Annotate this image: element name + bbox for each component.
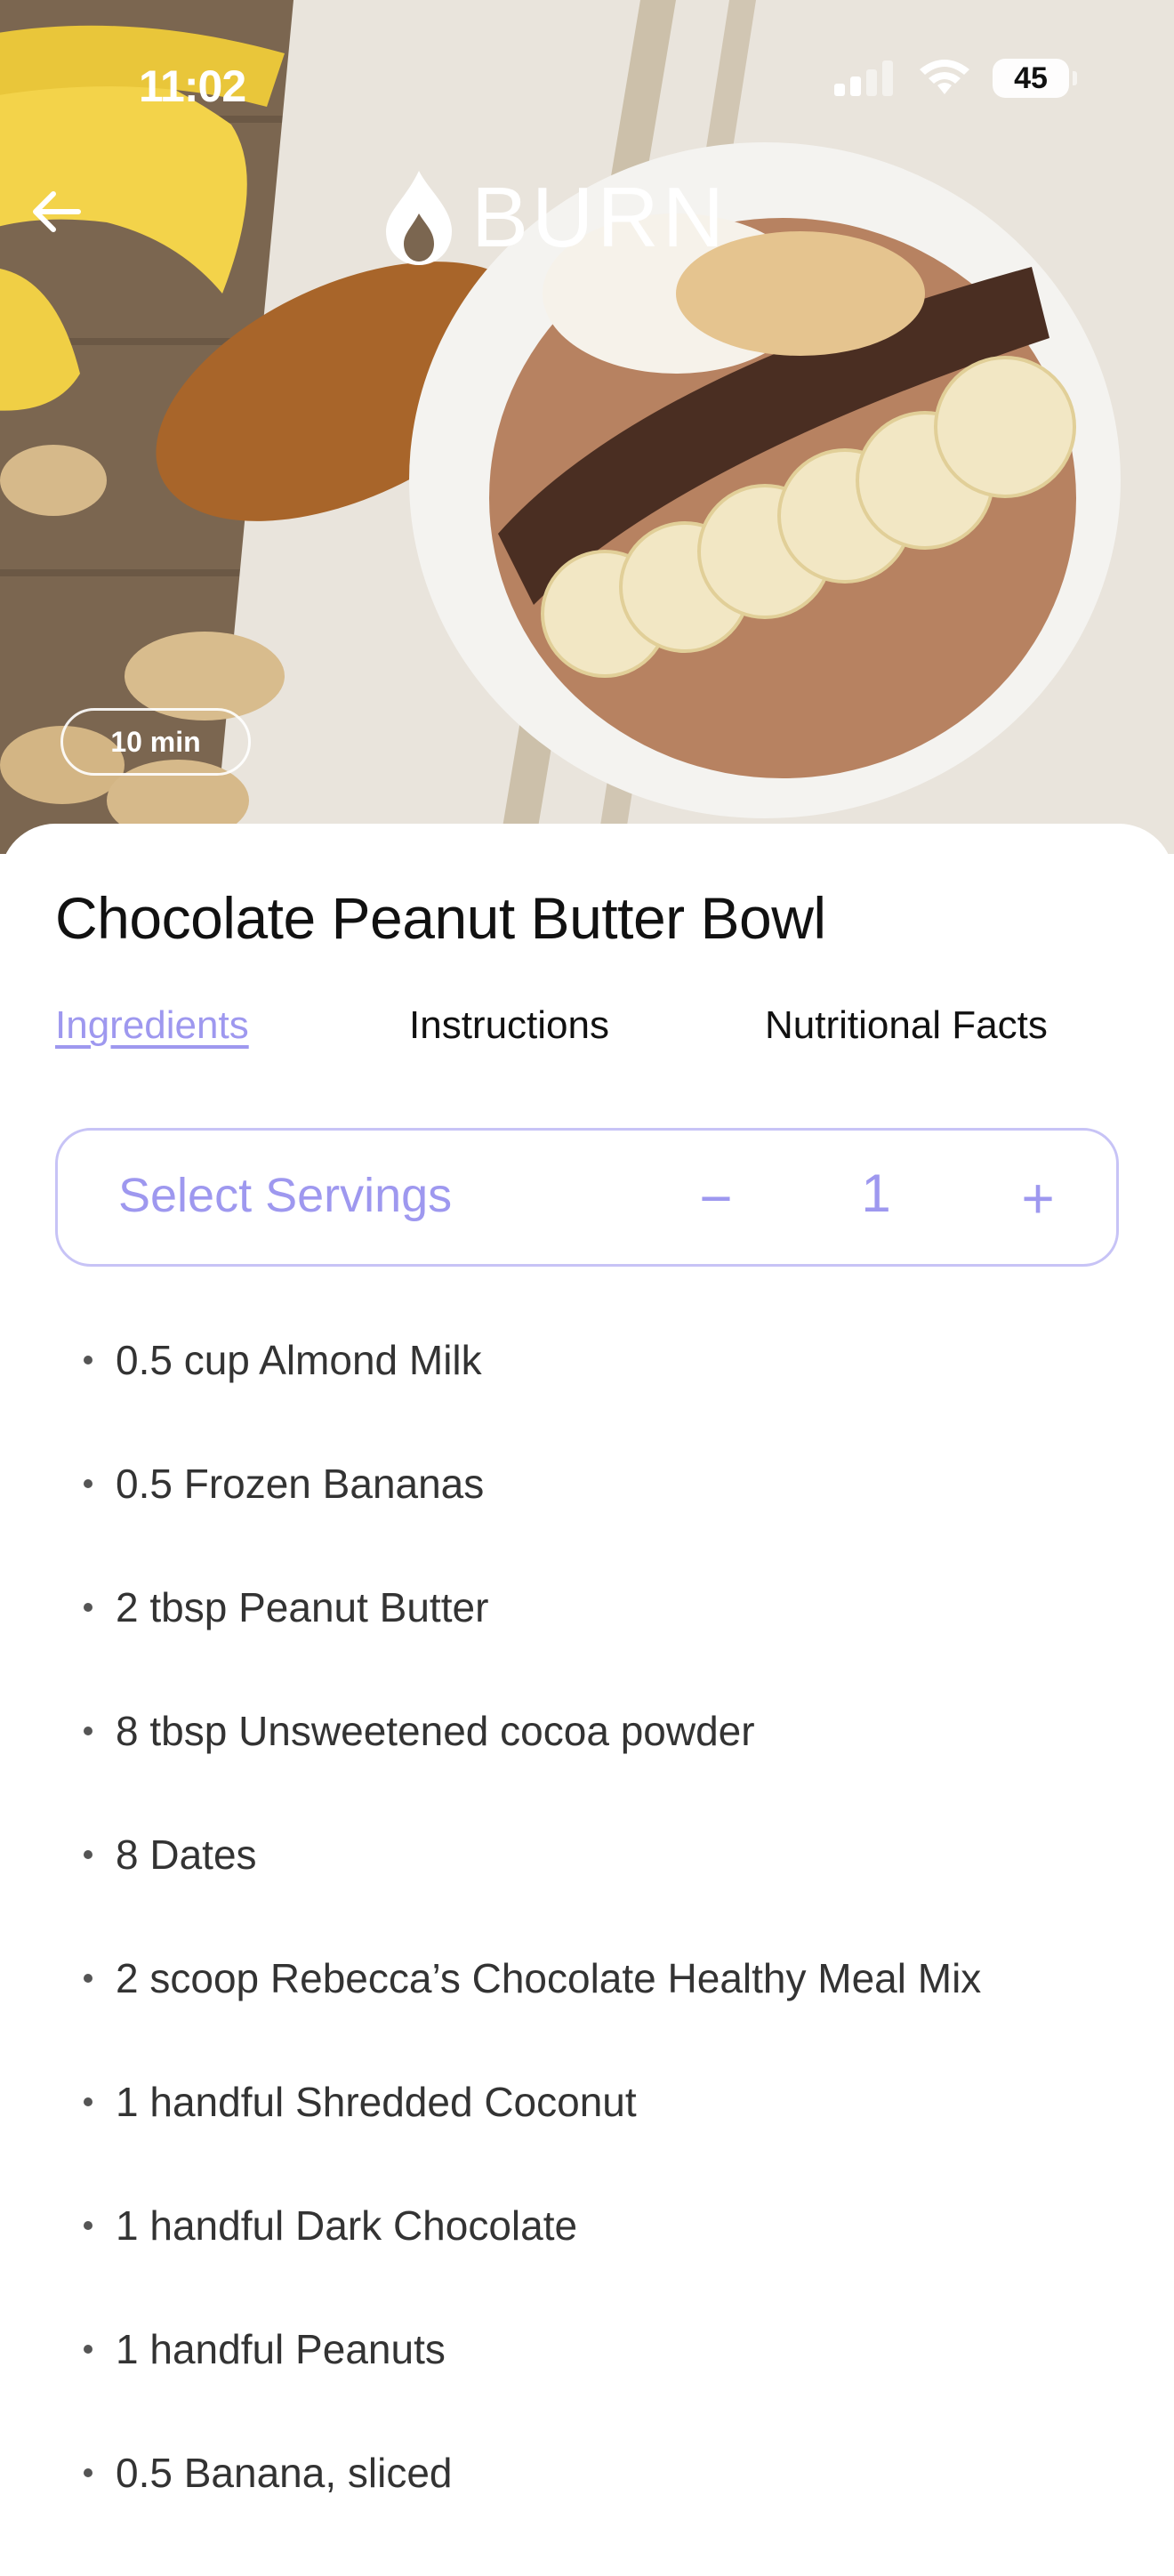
recipe-details-sheet: Chocolate Peanut Butter Bowl Ingredients… <box>0 824 1174 2551</box>
ingredient-text: 2 tbsp Peanut Butter <box>116 1584 489 1630</box>
recipe-tabs: Ingredients Instructions Nutritional Fac… <box>55 1003 1122 1066</box>
bullet-icon <box>84 2097 92 2106</box>
signal-icon <box>834 60 893 96</box>
back-button[interactable] <box>28 183 85 240</box>
bullet-icon <box>84 1479 92 1488</box>
ingredient-text: 1 handful Peanuts <box>116 2326 446 2372</box>
tab-ingredients[interactable]: Ingredients <box>55 1003 249 1048</box>
bullet-icon <box>84 2221 92 2230</box>
status-time: 11:02 <box>139 61 246 111</box>
tab-instructions[interactable]: Instructions <box>409 1003 609 1048</box>
ingredient-text: 2 scoop Rebecca’s Chocolate Healthy Meal… <box>116 1955 982 2001</box>
recipe-title: Chocolate Peanut Butter Bowl <box>55 885 826 951</box>
prep-time-badge: 10 min <box>60 708 251 776</box>
tab-nutritional-facts[interactable]: Nutritional Facts <box>765 1003 1048 1048</box>
list-item: 1 handful Dark Chocolate <box>84 2205 981 2329</box>
bullet-icon <box>84 1603 92 1612</box>
ingredient-text: 1 handful Dark Chocolate <box>116 2202 578 2249</box>
burn-logo: BURN <box>382 169 728 267</box>
ingredient-text: 0.5 Frozen Bananas <box>116 1461 485 1507</box>
ingredient-text: 8 Dates <box>116 1831 257 1878</box>
servings-count: 1 <box>861 1163 891 1223</box>
list-item: 0.5 Banana, sliced <box>84 2452 981 2576</box>
battery-indicator: 45 <box>993 59 1077 98</box>
servings-selector: Select Servings − 1 + <box>55 1128 1119 1267</box>
ingredient-text: 0.5 cup Almond Milk <box>116 1337 482 1383</box>
increment-servings-button[interactable]: + <box>995 1155 1081 1241</box>
bullet-icon <box>84 1850 92 1859</box>
flame-icon <box>386 171 452 265</box>
wifi-icon <box>920 60 969 94</box>
ingredients-list: 0.5 cup Almond Milk 0.5 Frozen Bananas 2… <box>84 1340 981 2576</box>
list-item: 1 handful Shredded Coconut <box>84 2081 981 2205</box>
bullet-icon <box>84 2468 92 2477</box>
recipe-hero-image: 11:02 45 BURN 10 min <box>0 0 1174 854</box>
ingredient-text: 8 tbsp Unsweetened cocoa powder <box>116 1708 755 1754</box>
arrow-left-icon <box>33 191 81 232</box>
bullet-icon <box>84 1974 92 1983</box>
list-item: 0.5 cup Almond Milk <box>84 1340 981 1463</box>
bullet-icon <box>84 2345 92 2354</box>
list-item: 8 Dates <box>84 1834 981 1958</box>
ingredient-text: 1 handful Shredded Coconut <box>116 2079 637 2125</box>
list-item: 1 handful Peanuts <box>84 2329 981 2452</box>
servings-label: Select Servings <box>118 1169 453 1222</box>
list-item: 0.5 Frozen Bananas <box>84 1463 981 1587</box>
bullet-icon <box>84 1727 92 1735</box>
logo-text: BURN <box>471 170 728 265</box>
status-icons: 45 <box>834 59 1077 98</box>
list-item: 8 tbsp Unsweetened cocoa powder <box>84 1711 981 1834</box>
ingredient-text: 0.5 Banana, sliced <box>116 2450 453 2496</box>
decrement-servings-button[interactable]: − <box>673 1155 759 1241</box>
list-item: 2 scoop Rebecca’s Chocolate Healthy Meal… <box>84 1958 981 2081</box>
list-item: 2 tbsp Peanut Butter <box>84 1587 981 1711</box>
bullet-icon <box>84 1356 92 1364</box>
